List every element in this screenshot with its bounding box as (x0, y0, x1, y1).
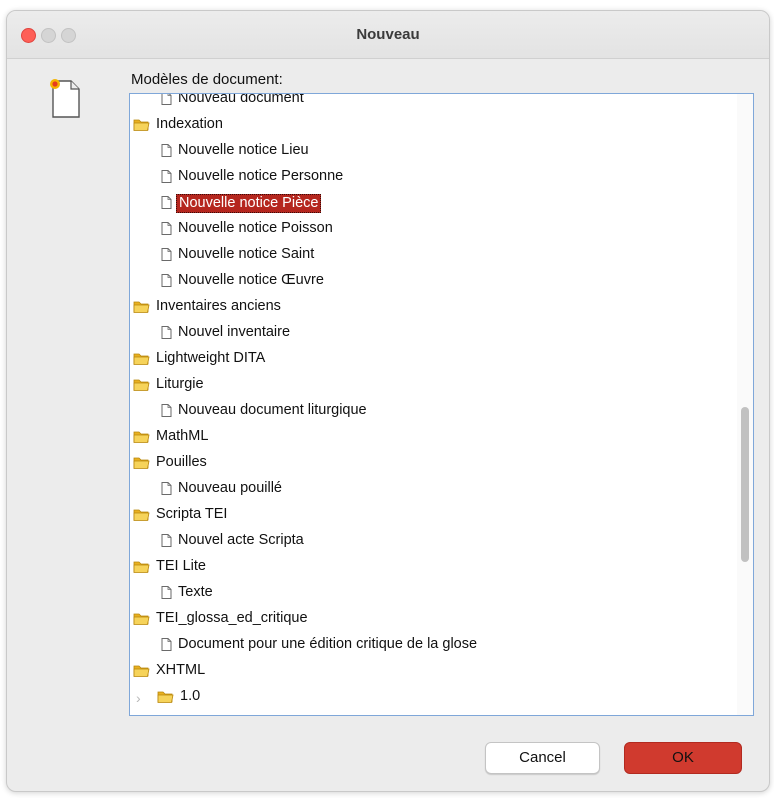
template-folder[interactable]: Indexation (130, 112, 730, 138)
scrollbar-thumb[interactable] (741, 407, 749, 562)
template-folder[interactable]: Liturgie (130, 372, 730, 398)
tree-row-label: Nouvelle notice Pièce (176, 194, 322, 213)
template-item[interactable]: Document pour une édition critique de la… (130, 632, 730, 658)
tree-row-label: Liturgie (156, 376, 204, 392)
template-folder[interactable]: Lightweight DITA (130, 346, 730, 372)
document-icon (161, 326, 172, 339)
folder-icon (133, 429, 150, 444)
tree-row-label: Nouvel inventaire (178, 324, 291, 340)
tree-row-label: Nouvelle notice Personne (178, 168, 344, 184)
template-item[interactable]: Texte (130, 580, 730, 606)
document-icon (161, 586, 172, 599)
document-icon (161, 638, 172, 651)
tree-row-label: MathML (156, 428, 209, 444)
tree-row-label: Nouveau pouillé (178, 480, 282, 496)
expand-chevron-icon[interactable]: › (136, 690, 141, 706)
template-folder[interactable]: Pouilles (130, 450, 730, 476)
template-folder[interactable]: › 1.0 (130, 684, 730, 710)
document-icon (161, 196, 172, 209)
template-item[interactable]: Nouvel acte Scripta (130, 528, 730, 554)
tree-row-label: Texte (178, 584, 213, 600)
template-folder[interactable]: MathML (130, 424, 730, 450)
template-item[interactable]: Nouvel inventaire (130, 320, 730, 346)
folder-icon (133, 507, 150, 522)
template-item[interactable]: Nouvelle notice Personne (130, 164, 730, 190)
template-folder[interactable]: XHTML (130, 658, 730, 684)
tree-row-label: Inventaires anciens (156, 298, 281, 314)
tree-row-label: Nouvelle notice Poisson (178, 220, 333, 236)
tree-row-label: TEI Lite (156, 558, 206, 574)
template-item[interactable]: Nouvelle notice Lieu (130, 138, 730, 164)
vertical-scrollbar[interactable] (737, 94, 753, 715)
document-icon (161, 222, 172, 235)
document-icon (161, 404, 172, 417)
folder-icon (133, 611, 150, 626)
folder-icon (133, 377, 150, 392)
template-item[interactable]: Nouveau document liturgique (130, 398, 730, 424)
folder-icon (133, 559, 150, 574)
document-icon (161, 248, 172, 261)
document-icon (161, 144, 172, 157)
template-folder[interactable]: Inventaires anciens (130, 294, 730, 320)
title-bar: Nouveau (7, 11, 769, 59)
tree-row-label: TEI_glossa_ed_critique (156, 610, 308, 626)
template-item[interactable]: Nouvelle notice Œuvre (130, 268, 730, 294)
tree-row-label: Pouilles (156, 454, 207, 470)
tree-label: Modèles de document: (131, 71, 283, 88)
document-icon (161, 274, 172, 287)
tree-row-label: 1.0 (180, 688, 201, 704)
folder-icon (157, 689, 174, 704)
tree-row-label: Nouvel acte Scripta (178, 532, 304, 548)
folder-icon (133, 455, 150, 470)
template-item[interactable]: Nouveau pouillé (130, 476, 730, 502)
document-icon (161, 170, 172, 183)
folder-icon (133, 663, 150, 678)
tree-row-label: Nouvelle notice Lieu (178, 142, 309, 158)
tree-row-label: Nouvelle notice Saint (178, 246, 315, 262)
tree-row-label: Nouvelle notice Œuvre (178, 272, 324, 288)
cancel-button[interactable]: Cancel (485, 742, 600, 774)
template-item[interactable]: Nouvelle notice Pièce (130, 190, 730, 216)
folder-icon (133, 351, 150, 366)
template-item[interactable]: Nouvelle notice Saint (130, 242, 730, 268)
tree-row-label: Lightweight DITA (156, 350, 266, 366)
template-folder[interactable]: TEI Lite (130, 554, 730, 580)
folder-icon (133, 117, 150, 132)
new-document-icon (50, 79, 80, 118)
template-tree[interactable]: Nouveau document Indexation Nouvelle notic… (129, 93, 754, 716)
template-item[interactable]: Nouveau document (130, 93, 730, 112)
ok-button[interactable]: OK (624, 742, 742, 774)
dialog-window: Nouveau Modèles de document: Nouveau doc… (6, 10, 770, 792)
tree-row-label: Nouveau document liturgique (178, 402, 367, 418)
window-title: Nouveau (356, 26, 420, 43)
tree-row-label: Scripta TEI (156, 506, 228, 522)
template-item[interactable]: Nouvelle notice Poisson (130, 216, 730, 242)
document-icon (161, 94, 172, 105)
tree-row-label: Document pour une édition critique de la… (178, 636, 478, 652)
template-folder[interactable]: Scripta TEI (130, 502, 730, 528)
document-icon (161, 534, 172, 547)
tree-row-label: XHTML (156, 662, 206, 678)
tree-row-label: Nouveau document (178, 93, 304, 106)
folder-icon (133, 299, 150, 314)
tree-row-label: Indexation (156, 116, 223, 132)
template-folder[interactable]: TEI_glossa_ed_critique (130, 606, 730, 632)
document-icon (161, 482, 172, 495)
